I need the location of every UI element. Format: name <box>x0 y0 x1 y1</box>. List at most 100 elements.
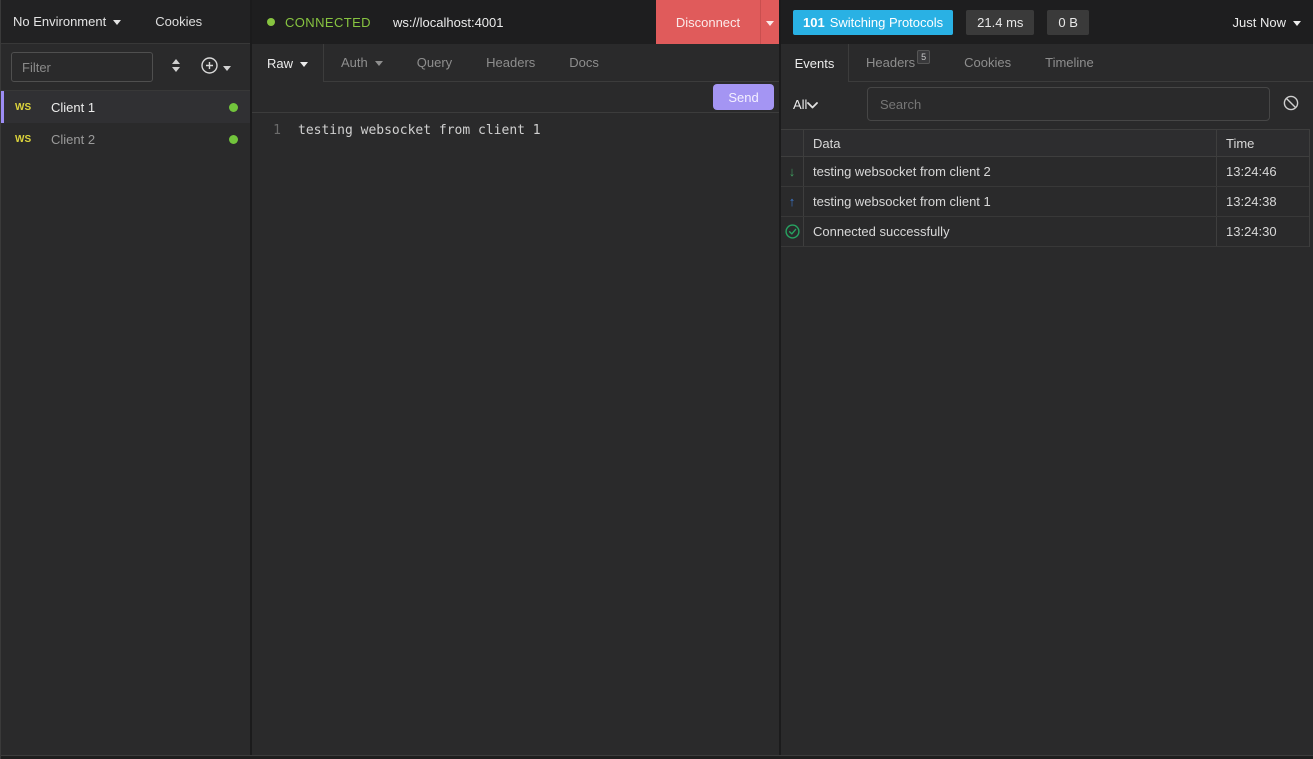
tab-events[interactable]: Events <box>781 44 849 82</box>
add-client-button[interactable] <box>201 57 231 77</box>
event-type-select[interactable]: All <box>793 97 859 112</box>
connected-dot-icon <box>267 18 275 26</box>
sidebar: No Environment Cookies <box>1 0 252 755</box>
tab-response-headers[interactable]: Headers 5 <box>849 44 947 81</box>
send-toolbar: Send <box>252 82 779 113</box>
icon-column-header <box>781 130 804 156</box>
event-row-connected[interactable]: Connected successfully 13:24:30 <box>781 217 1309 247</box>
response-size-chip: 0 B <box>1047 10 1089 35</box>
request-panel: CONNECTED ws://localhost:4001 Disconnect… <box>252 0 781 755</box>
sort-button[interactable] <box>170 58 182 76</box>
status-code: 101 <box>803 15 825 30</box>
status-text: Switching Protocols <box>830 15 943 30</box>
connection-status-dot <box>229 135 238 144</box>
event-row-received[interactable]: ↓ testing websocket from client 2 13:24:… <box>781 157 1309 187</box>
sidebar-topbar: No Environment Cookies <box>1 0 250 44</box>
url-input[interactable]: ws://localhost:4001 <box>393 15 504 30</box>
sort-icon <box>170 58 182 76</box>
sidebar-filter-row <box>1 44 250 91</box>
send-button[interactable]: Send <box>713 84 774 110</box>
tab-response-cookies[interactable]: Cookies <box>947 44 1028 81</box>
event-time-cell: 13:24:38 <box>1217 187 1309 216</box>
disconnect-options-caret[interactable] <box>760 0 779 44</box>
sidebar-item-client-1[interactable]: WS Client 1 <box>1 91 250 123</box>
tab-auth[interactable]: Auth <box>324 44 400 81</box>
event-type-value: All <box>793 97 807 112</box>
request-topbar: CONNECTED ws://localhost:4001 Disconnect <box>252 0 779 44</box>
tab-label: Auth <box>341 55 368 70</box>
tab-timeline[interactable]: Timeline <box>1028 44 1111 81</box>
event-data-cell: testing websocket from client 1 <box>804 187 1217 216</box>
response-topbar: 101 Switching Protocols 21.4 ms 0 B Just… <box>781 0 1313 44</box>
chevron-down-icon <box>375 61 383 66</box>
events-table-header: Data Time <box>781 129 1309 157</box>
data-column-header: Data <box>804 130 1217 156</box>
arrow-up-icon: ↑ <box>789 194 796 209</box>
message-editor[interactable]: 1 testing websocket from client 1 <box>252 113 779 755</box>
tab-label: Headers <box>866 55 915 70</box>
chevron-down-icon <box>113 20 121 25</box>
headers-count-badge: 5 <box>917 50 930 64</box>
tab-docs[interactable]: Docs <box>552 44 616 81</box>
response-age-label: Just Now <box>1233 15 1286 30</box>
icon-cell: ↑ <box>781 187 804 216</box>
response-tabs-rest: Headers 5 Cookies Timeline <box>849 44 1313 82</box>
tab-query[interactable]: Query <box>400 44 469 81</box>
tab-label: Headers <box>486 55 535 70</box>
tab-label: Raw <box>267 56 293 71</box>
chevron-down-icon <box>1293 21 1301 26</box>
tab-label: Timeline <box>1045 55 1094 70</box>
plus-circle-icon <box>201 57 218 77</box>
events-filter-row: All <box>781 82 1313 126</box>
response-panel: 101 Switching Protocols 21.4 ms 0 B Just… <box>781 0 1313 755</box>
tab-label: Docs <box>569 55 599 70</box>
status-badge: 101 Switching Protocols <box>793 10 953 35</box>
event-data-cell: testing websocket from client 2 <box>804 157 1217 186</box>
chevron-down-icon <box>807 97 826 112</box>
clear-events-button[interactable] <box>1283 95 1299 114</box>
connection-status-dot <box>229 103 238 112</box>
chevron-down-icon <box>300 62 308 67</box>
response-tabs: Events Headers 5 Cookies Timeline <box>781 44 1313 82</box>
client-name: Client 2 <box>51 132 95 147</box>
ban-icon <box>1283 95 1299 114</box>
line-number: 1 <box>252 121 298 755</box>
tab-headers[interactable]: Headers <box>469 44 552 81</box>
arrow-down-icon: ↓ <box>789 164 796 179</box>
filter-input[interactable] <box>11 52 153 82</box>
event-time-cell: 13:24:30 <box>1217 217 1309 246</box>
editor-content: testing websocket from client 1 <box>298 121 541 755</box>
ws-protocol-tag: WS <box>15 102 51 113</box>
environment-selector[interactable]: No Environment <box>13 14 121 29</box>
icon-cell <box>781 217 804 246</box>
websocket-client-app: No Environment Cookies <box>0 0 1313 759</box>
tab-label: Cookies <box>964 55 1011 70</box>
response-age-dropdown[interactable]: Just Now <box>1233 15 1301 30</box>
request-tabs-rest: Auth Query Headers Docs <box>324 44 779 82</box>
response-time-chip: 21.4 ms <box>966 10 1034 35</box>
event-time-cell: 13:24:46 <box>1217 157 1309 186</box>
tab-raw[interactable]: Raw <box>252 44 324 82</box>
icon-cell: ↓ <box>781 157 804 186</box>
event-row-sent[interactable]: ↑ testing websocket from client 1 13:24:… <box>781 187 1309 217</box>
ws-protocol-tag: WS <box>15 134 51 145</box>
cookies-button[interactable]: Cookies <box>155 14 202 29</box>
request-tabs: Raw Auth Query Headers Docs <box>252 44 779 82</box>
check-circle-icon <box>785 224 800 239</box>
sidebar-item-client-2[interactable]: WS Client 2 <box>1 123 250 155</box>
search-input[interactable] <box>867 87 1270 121</box>
client-name: Client 1 <box>51 100 95 115</box>
environment-label: No Environment <box>13 14 106 29</box>
disconnect-button[interactable]: Disconnect <box>656 0 779 44</box>
main-area: No Environment Cookies <box>1 0 1313 755</box>
bottom-edge <box>1 755 1313 759</box>
tab-label: Query <box>417 55 452 70</box>
event-data-cell: Connected successfully <box>804 217 1217 246</box>
time-column-header: Time <box>1217 130 1309 156</box>
events-table: Data Time ↓ testing websocket from clien… <box>781 129 1310 247</box>
chevron-down-icon <box>223 66 231 71</box>
disconnect-label: Disconnect <box>656 0 760 44</box>
connection-status-label: CONNECTED <box>285 15 371 30</box>
chevron-down-icon <box>766 21 774 26</box>
tab-label: Events <box>795 56 835 71</box>
